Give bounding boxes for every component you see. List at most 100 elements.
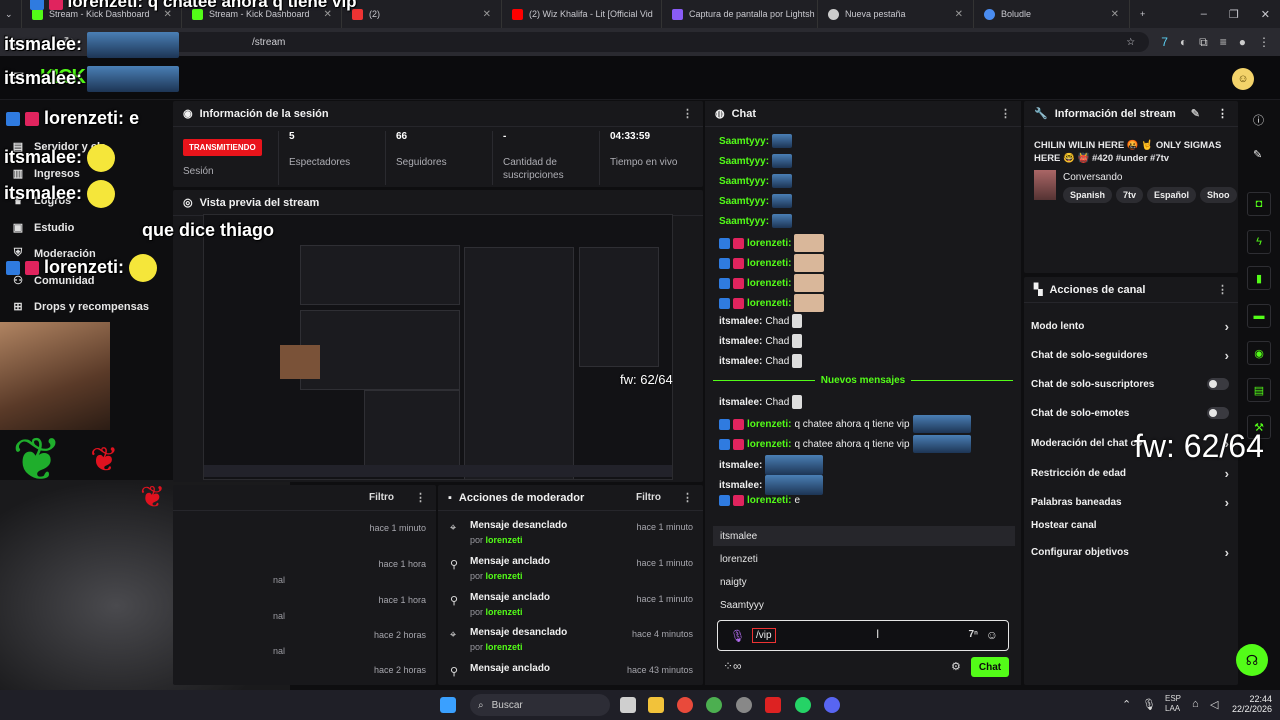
discord-icon[interactable] [824,697,840,713]
chat-username[interactable]: lorenzeti: [747,439,791,450]
channel-action-followers-only[interactable]: Chat de solo-seguidores › [1031,348,1229,363]
close-window-icon[interactable]: ✕ [1261,8,1270,21]
whatsapp-icon[interactable] [795,697,811,713]
mod-user[interactable]: lorenzeti [486,535,523,545]
language-indicator[interactable]: ESP LAA [1165,694,1181,714]
channel-action-goals[interactable]: Configurar objetivos › [1031,545,1229,560]
profile-icon[interactable]: ● [1239,35,1246,49]
chat-username[interactable]: itsmalee: [719,316,762,327]
points-icon[interactable]: ⁘∞ [723,659,742,673]
more-icon[interactable]: ⋮ [1217,107,1228,120]
mod-user[interactable]: lorenzeti [486,642,523,652]
channel-action-banned-words[interactable]: Palabras baneadas › [1031,495,1229,510]
menu-icon[interactable]: ⋮ [1258,35,1270,49]
tab-list-button[interactable]: ⌄ [0,0,22,28]
7tv-emote-icon[interactable]: 7ⁿ [968,629,978,640]
chat-username[interactable]: itsmalee: [719,397,762,408]
more-icon[interactable]: ⋮ [682,491,693,504]
mic-icon[interactable]: 🎙 [730,629,745,643]
rail-button-camera[interactable]: ◘ [1247,192,1271,216]
chrome-profile-icon[interactable] [706,697,722,713]
info-icon[interactable]: ⓘ [1253,112,1264,128]
chat-username[interactable]: Saamtyyy: [719,156,769,167]
close-icon[interactable]: ✕ [947,9,963,20]
suggestion-item[interactable]: Saamtyyy [720,600,764,611]
chat-username[interactable]: itsmalee: [719,356,762,367]
chat-username[interactable]: Saamtyyy: [719,136,769,147]
chat-username[interactable]: itsmalee: [719,336,762,347]
7tv-extension-icon[interactable]: 7 [1161,35,1168,49]
chat-username[interactable]: Saamtyyy: [719,216,769,227]
clock[interactable]: 22:44 22/2/2026 [1222,694,1272,714]
rail-button-flash[interactable]: ϟ [1247,230,1271,254]
chat-username[interactable]: itsmalee: [719,480,762,491]
chat-send-button[interactable]: Chat [971,657,1009,677]
volume-icon[interactable]: ◁ [1210,698,1218,711]
emotes-only-toggle[interactable] [1207,407,1229,419]
tab-7[interactable]: Boludle ✕ [974,0,1130,28]
close-icon[interactable]: ✕ [1103,9,1119,20]
suggestion-item[interactable]: itsmalee [720,531,757,542]
edit-icon[interactable]: ✎ [1253,148,1262,161]
chat-username[interactable]: lorenzeti: [747,238,791,249]
channel-action-slow-mode[interactable]: Modo lento › [1031,319,1229,334]
rail-button-chat[interactable]: ▬ [1247,304,1271,328]
rail-button-broadcast[interactable]: ◉ [1247,341,1271,365]
filter-button[interactable]: Filtro [636,492,661,503]
media-icon[interactable]: ≡ [1220,35,1227,49]
sidebar-item-drops[interactable]: ⊞ Drops y recompensas [12,300,149,314]
more-icon[interactable]: ⋮ [682,107,693,120]
emoji-icon[interactable]: ☺ [986,628,998,642]
tab-3[interactable]: (2) ✕ [342,0,502,28]
stream-preview-video[interactable] [203,214,673,480]
extensions-icon[interactable]: ⧉ [1199,35,1208,50]
more-icon[interactable]: ⋮ [1217,283,1228,296]
filter-button[interactable]: Filtro [369,492,394,503]
dark-mode-icon[interactable]: ◐ [1180,35,1187,49]
chat-username[interactable]: Saamtyyy: [719,176,769,187]
channel-action-age-restriction[interactable]: Restricción de edad › [1031,466,1229,481]
task-view-icon[interactable] [620,697,636,713]
chrome-icon[interactable] [677,697,693,713]
url-field[interactable]: /stream ☆ [88,32,1150,52]
suggestion-item[interactable]: naigty [720,577,747,588]
mod-user[interactable]: lorenzeti [486,571,523,581]
settings-gear-icon[interactable]: ⚙ [951,660,961,673]
file-explorer-icon[interactable] [648,697,664,713]
chat-username[interactable]: lorenzeti: [747,278,791,289]
streaming-app-icon[interactable] [765,697,781,713]
tab-4[interactable]: (2) Wiz Khalifa - Lit [Official Vid✕ [502,0,662,28]
chat-username[interactable]: itsmalee: [719,460,762,471]
chat-username[interactable]: lorenzeti: [747,298,791,309]
mod-user[interactable]: lorenzeti [486,607,523,617]
mic-tray-icon[interactable]: 🎙 [1142,698,1156,711]
chat-username[interactable]: lorenzeti: [747,495,791,506]
chat-username[interactable]: Saamtyyy: [719,196,769,207]
sidebar-item-estudio[interactable]: ▣ Estudio [12,221,75,235]
more-icon[interactable]: ⋮ [415,491,426,504]
suggestion-item[interactable]: lorenzeti [720,554,758,565]
obs-icon[interactable] [736,697,752,713]
chat-input-value[interactable]: /vip [752,628,776,643]
new-tab-button[interactable]: + [1130,0,1156,28]
bookmark-star-icon[interactable]: ☆ [1126,37,1135,48]
chat-username[interactable]: lorenzeti: [747,419,791,430]
tab-6[interactable]: Nueva pestaña ✕ [818,0,974,28]
minimize-icon[interactable]: – [1201,8,1207,20]
rail-button-layout[interactable]: ▤ [1247,378,1271,402]
rail-button-clip[interactable]: ▮ [1247,266,1271,290]
windows-start-icon[interactable] [440,697,456,713]
support-headset-button[interactable]: ☊ [1236,644,1268,676]
maximize-icon[interactable]: ❐ [1229,8,1239,21]
subs-only-toggle[interactable] [1207,378,1229,390]
edit-pencil-icon[interactable]: ✎ [1191,107,1200,120]
network-icon[interactable]: ⌂ [1192,698,1199,710]
channel-action-host[interactable]: Hostear canal [1031,520,1229,531]
more-icon[interactable]: ⋮ [1000,107,1011,120]
tray-chevron-icon[interactable]: ⌃ [1122,698,1131,711]
tab-5[interactable]: Captura de pantalla por Lightsh✕ [662,0,818,28]
close-icon[interactable]: ✕ [475,9,491,20]
chat-username[interactable]: lorenzeti: [747,258,791,269]
user-avatar[interactable]: ☺ [1232,68,1254,90]
chat-input[interactable]: 🎙 /vip I 7ⁿ ☺ [717,620,1009,651]
